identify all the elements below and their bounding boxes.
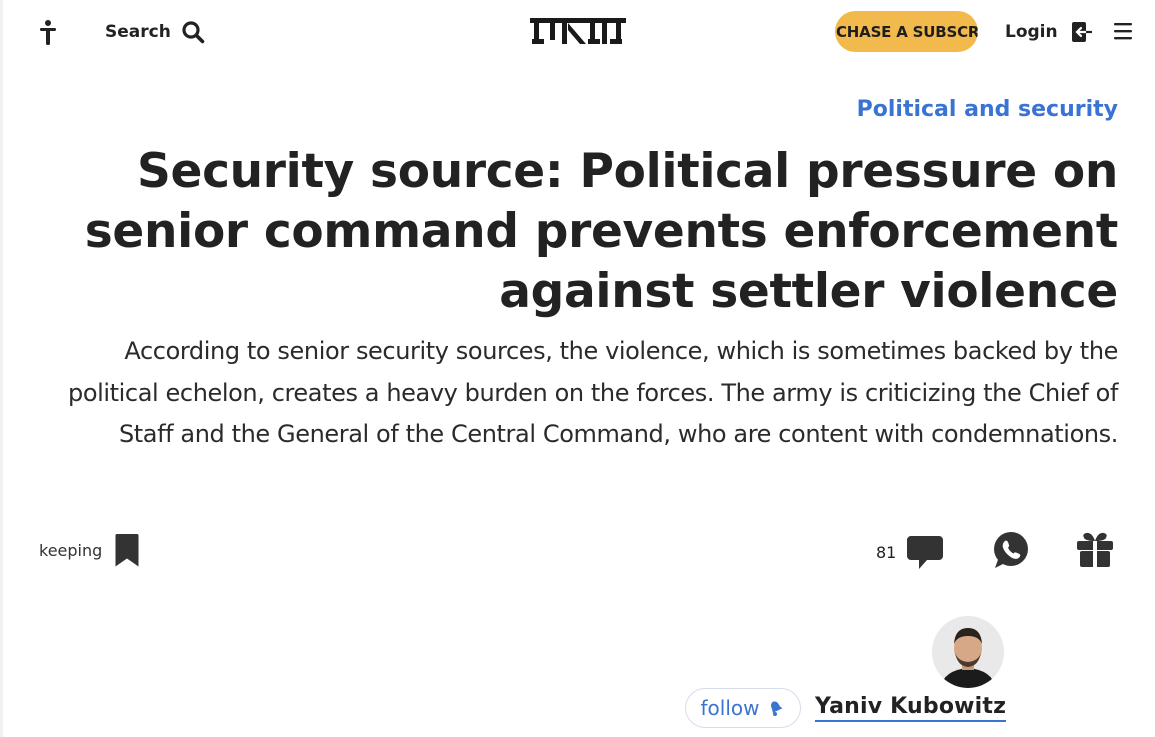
share-whatsapp-button[interactable] (991, 530, 1031, 570)
save-article-button[interactable]: keeping (39, 530, 140, 570)
gift-icon (1077, 532, 1113, 567)
login-label: Login (1005, 22, 1058, 42)
page-left-border (0, 0, 3, 737)
subscribe-button[interactable]: CHASE A SUBSCRIBE (835, 11, 978, 52)
gift-article-button[interactable] (1076, 530, 1114, 568)
author-name-link[interactable]: Yaniv Kubowitz (815, 694, 1007, 722)
search-button[interactable]: Search (105, 17, 205, 47)
section-link[interactable]: Political and security (857, 97, 1118, 122)
comment-count: 81 (876, 542, 897, 562)
bookmark-icon (115, 534, 139, 567)
author-photo (932, 616, 1004, 688)
comments-button[interactable]: 81 (876, 530, 945, 574)
accessibility-icon (40, 20, 56, 45)
comment-bubble-icon (907, 536, 944, 569)
follow-label: follow (700, 696, 760, 720)
login-button[interactable]: Login (1005, 17, 1094, 47)
search-icon (182, 21, 205, 44)
save-label: keeping (39, 540, 103, 560)
login-icon (1071, 22, 1092, 42)
follow-author-button[interactable]: follow (685, 688, 801, 728)
hamburger-menu-icon (1114, 23, 1132, 40)
article-subtitle: According to senior security sources, th… (68, 337, 1118, 448)
search-label: Search (105, 22, 171, 42)
haaretz-logo[interactable] (528, 14, 628, 48)
accessibility-button[interactable] (36, 18, 60, 46)
author-avatar[interactable] (932, 616, 1004, 688)
subscribe-label: CHASE A SUBSCRIBE (836, 22, 978, 41)
menu-button[interactable] (1113, 21, 1133, 41)
bell-icon (771, 701, 784, 716)
whatsapp-icon (994, 532, 1028, 568)
article-headline: Security source: Political pressure on s… (84, 144, 1119, 319)
